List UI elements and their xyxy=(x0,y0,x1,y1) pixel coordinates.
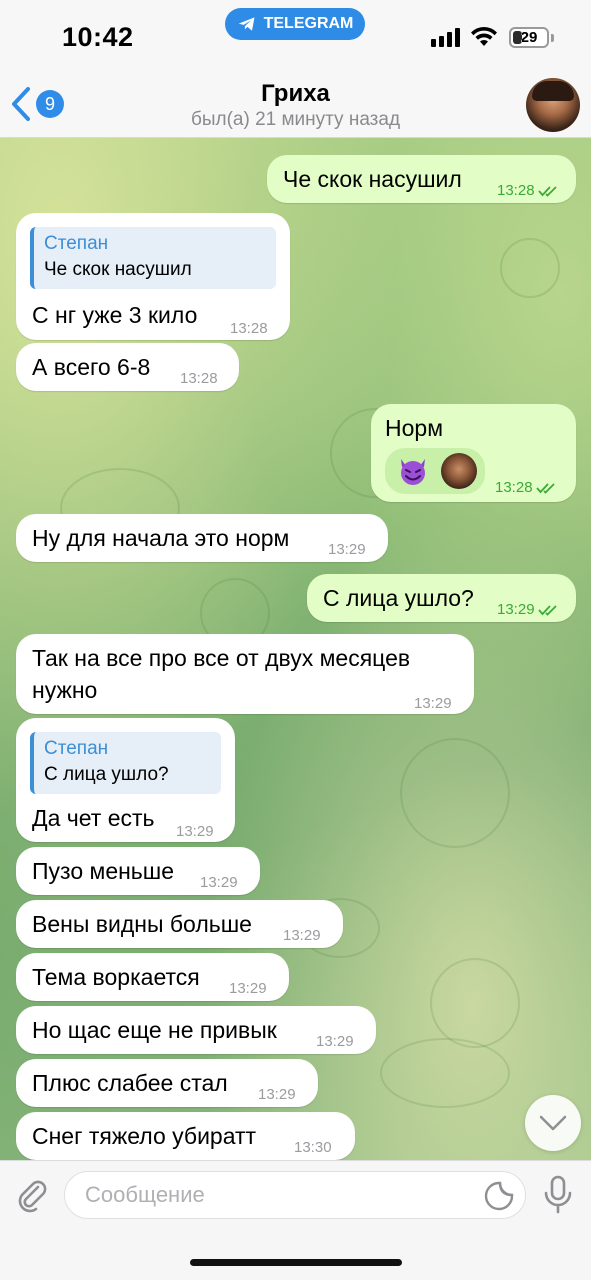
outgoing-message[interactable]: С лица ушло? 13:29 xyxy=(307,574,576,622)
wallpaper-doodle xyxy=(380,1038,510,1108)
incoming-message[interactable]: Пузо меньше 13:29 xyxy=(16,847,260,895)
telegram-pill-label: TELEGRAM xyxy=(263,15,354,32)
reply-text: Че скок насушил xyxy=(44,259,192,280)
battery-icon: 29 xyxy=(509,27,549,48)
message-text: Да чет есть xyxy=(32,805,155,831)
incoming-message[interactable]: Так на все про все от двух месяцев нужно… xyxy=(16,634,474,714)
reply-text: С лица ушло? xyxy=(44,764,169,785)
message-time: 13:29 xyxy=(229,980,267,997)
incoming-message[interactable]: Плюс слабее стал 13:29 xyxy=(16,1059,318,1107)
wallpaper-doodle xyxy=(500,238,560,298)
battery-cap xyxy=(551,34,554,42)
message-text: Че скок насушил xyxy=(283,166,462,192)
message-time: 13:29 xyxy=(414,695,452,712)
wifi-icon xyxy=(471,26,497,46)
time-text: 13:28 xyxy=(497,182,535,199)
message-text: Но щас еще не привык xyxy=(32,1017,277,1043)
message-input[interactable] xyxy=(64,1171,526,1219)
message-time: 13:28 xyxy=(230,320,268,337)
message-time: 13:28 xyxy=(497,175,560,207)
message-text: Снег тяжело убиратт xyxy=(32,1123,257,1149)
chat-last-seen: был(а) 21 минуту назад xyxy=(190,109,401,130)
double-check-icon xyxy=(535,483,555,494)
message-text-line: нужно xyxy=(32,677,98,703)
wallpaper-doodle xyxy=(400,738,510,848)
message-text: Вены видны больше xyxy=(32,911,252,937)
message-text: С нг уже 3 кило xyxy=(32,302,198,328)
battery-level-text: 29 xyxy=(520,29,538,46)
reply-quote[interactable]: Степан С лица ушло? xyxy=(30,732,221,794)
scroll-to-bottom-button[interactable] xyxy=(525,1095,581,1151)
message-time: 13:29 xyxy=(176,823,214,840)
message-text-line: Так на все про все от двух месяцев xyxy=(32,645,411,671)
message-text: А всего 6-8 xyxy=(32,354,151,380)
contact-avatar[interactable] xyxy=(526,78,580,132)
microphone-icon[interactable] xyxy=(542,1175,574,1215)
status-bar-time: 10:42 xyxy=(62,22,134,52)
smiling-devil-emoji-icon xyxy=(401,459,425,485)
incoming-message[interactable]: Снег тяжело убиратт 13:30 xyxy=(16,1112,355,1160)
reactor-avatar xyxy=(441,453,477,489)
outgoing-message[interactable]: Норм 13:28 xyxy=(371,404,576,502)
incoming-message[interactable]: Вены видны больше 13:29 xyxy=(16,900,343,948)
double-check-icon xyxy=(537,605,557,616)
message-time: 13:29 xyxy=(283,927,321,944)
message-text: Ну для начала это норм xyxy=(32,525,290,551)
message-time: 13:29 xyxy=(258,1086,296,1103)
message-time: 13:29 xyxy=(200,874,238,891)
message-time: 13:28 xyxy=(180,370,218,387)
telegram-pill[interactable]: TELEGRAM xyxy=(225,8,365,40)
message-text: С лица ушло? xyxy=(323,585,474,611)
home-indicator[interactable] xyxy=(190,1259,402,1266)
message-time: 13:29 xyxy=(328,541,366,558)
outgoing-message[interactable]: Че скок насушил 13:28 xyxy=(267,155,576,203)
chat-title[interactable]: Гриха xyxy=(0,80,591,108)
message-time: 13:28 xyxy=(495,472,558,504)
message-text: Тема воркается xyxy=(32,964,200,990)
reply-author: Степан xyxy=(44,233,109,254)
incoming-message[interactable]: А всего 6-8 13:28 xyxy=(16,343,239,391)
chevron-down-icon xyxy=(539,1115,567,1131)
chat-header: 10:42 TELEGRAM 29 9 Гриха был(а) 21 мину… xyxy=(0,0,591,138)
message-time: 13:29 xyxy=(497,594,560,626)
telegram-plane-icon xyxy=(238,17,255,31)
incoming-message[interactable]: Степан Че скок насушил С нг уже 3 кило 1… xyxy=(16,213,290,340)
message-time: 13:29 xyxy=(316,1033,354,1050)
message-text: Норм xyxy=(385,415,444,441)
incoming-message[interactable]: Тема воркается 13:29 xyxy=(16,953,289,1001)
avatar-hair xyxy=(532,81,574,101)
paperclip-icon[interactable] xyxy=(14,1177,50,1213)
incoming-message[interactable]: Ну для начала это норм 13:29 xyxy=(16,514,388,562)
time-text: 13:28 xyxy=(495,479,533,496)
cellular-signal-icon xyxy=(431,28,460,47)
incoming-message[interactable]: Но щас еще не привык 13:29 xyxy=(16,1006,376,1054)
wallpaper-doodle xyxy=(430,958,520,1048)
time-text: 13:29 xyxy=(497,601,535,618)
message-text: Пузо меньше xyxy=(32,858,175,884)
double-check-icon xyxy=(537,186,557,197)
incoming-message[interactable]: Степан С лица ушло? Да чет есть 13:29 xyxy=(16,718,235,842)
reply-author: Степан xyxy=(44,738,109,759)
message-text: Плюс слабее стал xyxy=(32,1070,228,1096)
reply-quote[interactable]: Степан Че скок насушил xyxy=(30,227,276,289)
sticker-icon[interactable] xyxy=(484,1181,514,1211)
reaction-pill[interactable] xyxy=(385,448,485,494)
